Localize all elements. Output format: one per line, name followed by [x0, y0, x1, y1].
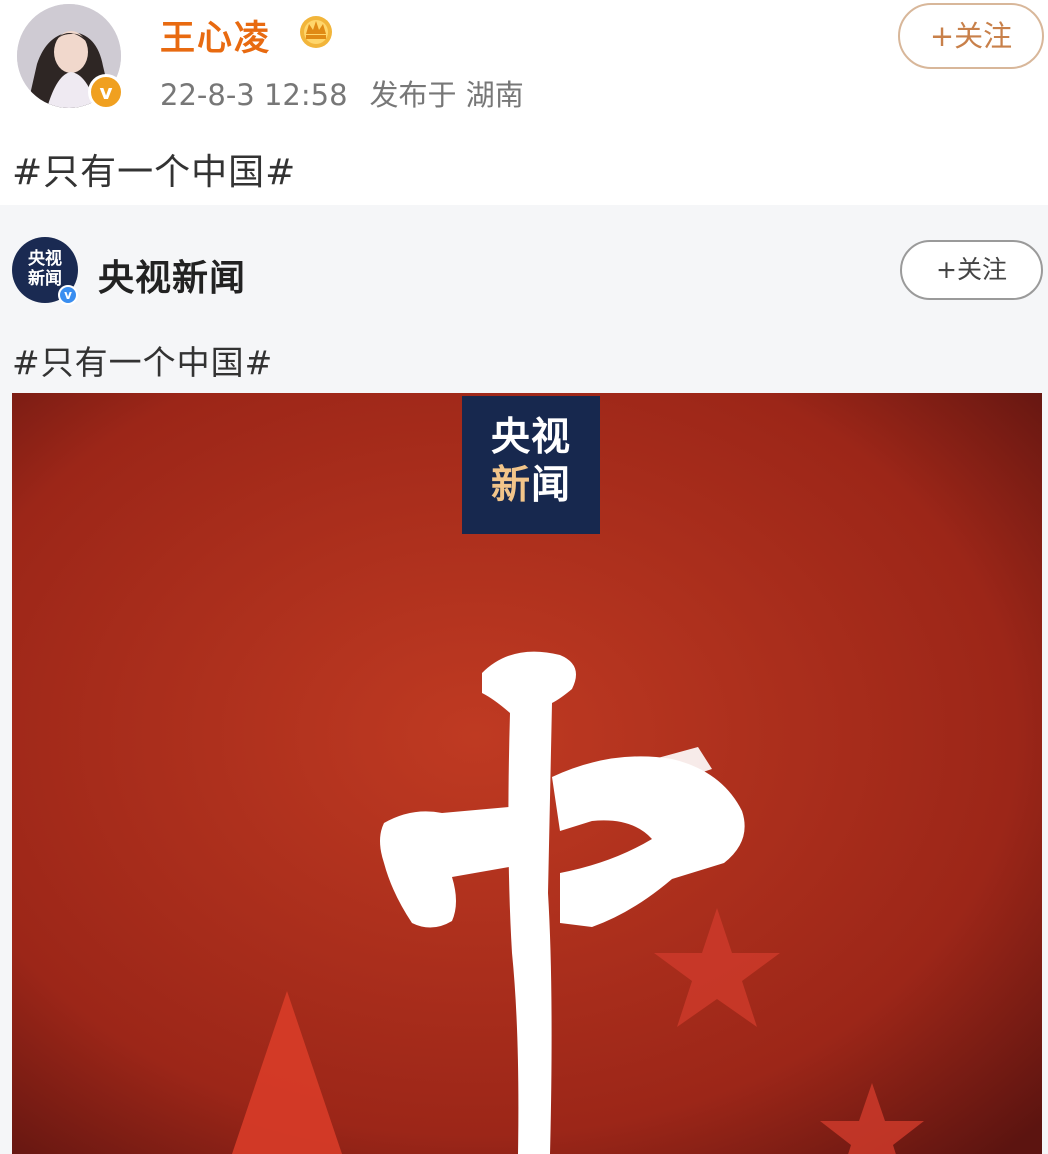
follow-button[interactable]: +关注 — [898, 3, 1044, 69]
repost-avatar-text-1: 央视 — [28, 249, 62, 269]
post-hashtag-text[interactable]: #只有一个中国# — [12, 143, 296, 195]
repost-image[interactable]: 央视 新闻 — [12, 393, 1042, 1154]
logo-line-2: 新闻 — [462, 462, 600, 510]
cctv-news-logo: 央视 新闻 — [462, 396, 600, 534]
author-name[interactable]: 王心凌 — [160, 10, 271, 61]
post-meta: 22-8-3 12:58 发布于 湖南 — [160, 72, 546, 114]
repost-hashtag-text[interactable]: #只有一个中国# — [12, 336, 273, 384]
post-location: 发布于 湖南 — [369, 78, 524, 112]
repost-card[interactable]: 央视 新闻 v 央视新闻 +关注 #只有一个中国# 央视 新闻 — [0, 205, 1048, 1154]
logo-char-xin: 新 — [490, 463, 531, 508]
crown-icon — [300, 16, 332, 48]
blue-verified-badge-icon: v — [58, 285, 78, 305]
logo-char-wen: 闻 — [531, 463, 572, 508]
post-header: v 王心凌 22-8-3 12:58 发布于 湖南 +关注 #只有一个中国# — [0, 0, 1048, 205]
repost-author-name[interactable]: 央视新闻 — [98, 249, 246, 301]
logo-line-1: 央视 — [490, 415, 571, 460]
repost-follow-button[interactable]: +关注 — [900, 240, 1043, 300]
post-timestamp: 22-8-3 12:58 — [160, 78, 348, 112]
verified-badge-icon: v — [88, 74, 124, 110]
